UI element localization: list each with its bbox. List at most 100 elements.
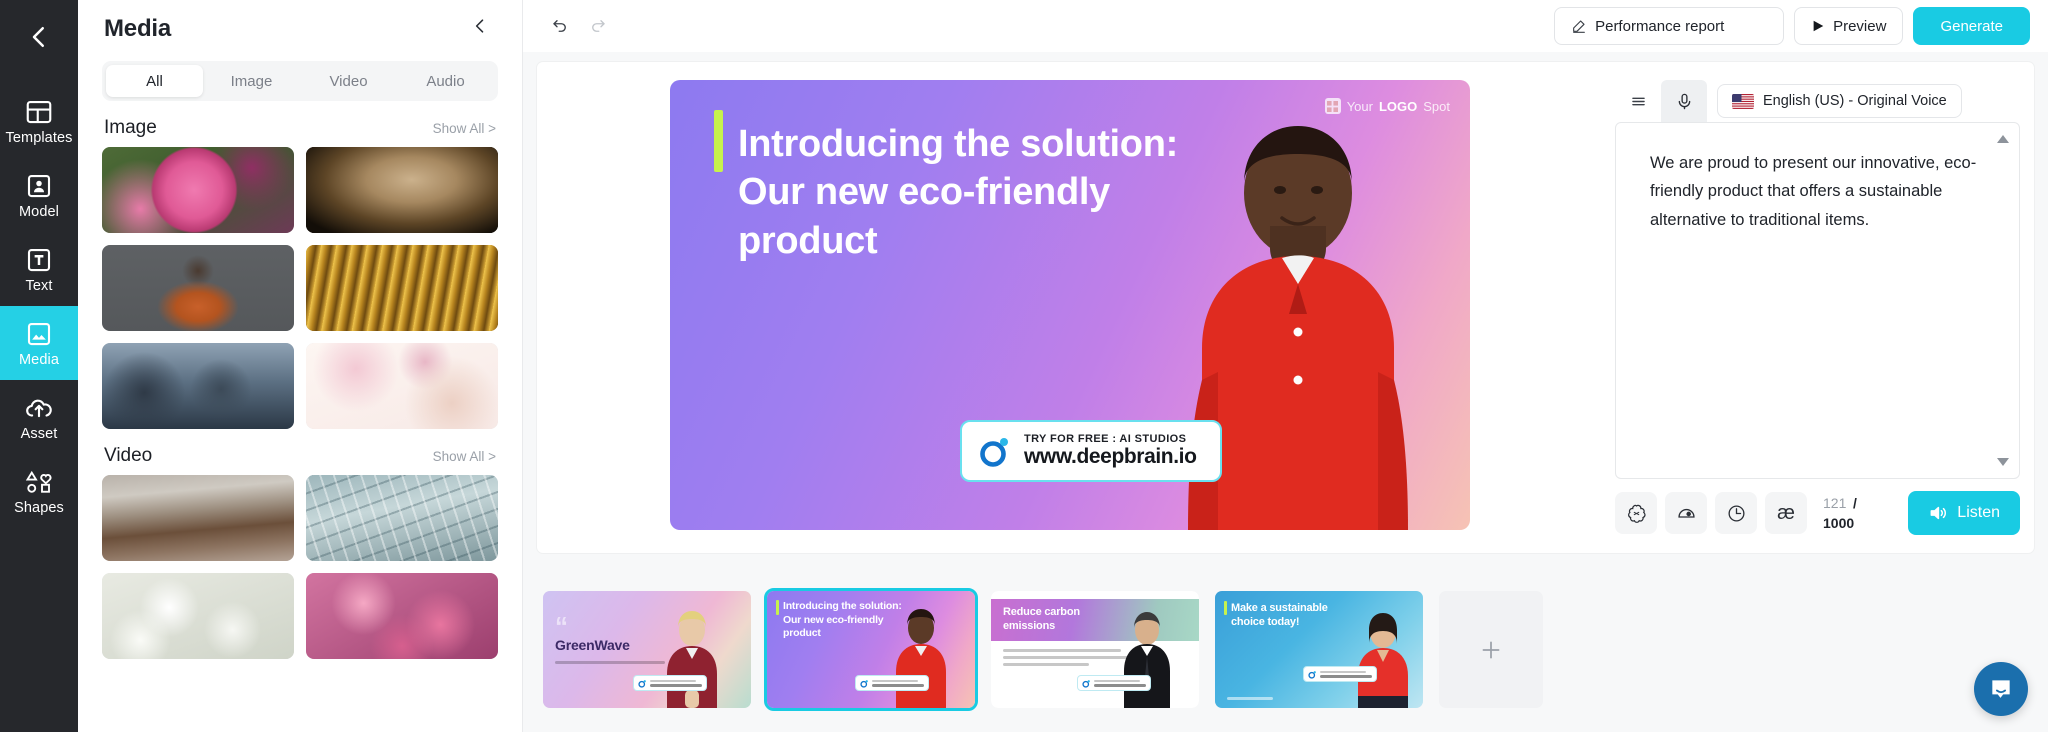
play-triangle-icon xyxy=(1813,20,1824,32)
media-thumbnail-woman-portrait[interactable] xyxy=(102,245,294,331)
chevron-left-icon xyxy=(32,27,44,47)
filmstrip-cta-badge xyxy=(855,675,929,691)
scroll-up-button[interactable] xyxy=(1997,135,2009,143)
ai-sparkle-icon xyxy=(1627,504,1646,523)
filmstrip-slide-title: Make a sustainable choice today! xyxy=(1231,602,1328,629)
speed-button[interactable] xyxy=(1665,492,1707,534)
redo-button[interactable] xyxy=(585,13,611,39)
media-thumbnail-cherry-blossoms[interactable] xyxy=(306,573,498,659)
filmstrip-avatar xyxy=(1124,612,1170,708)
media-thumbnail-pink-peony[interactable] xyxy=(102,147,294,233)
microphone-icon xyxy=(1678,93,1690,109)
sidebar-item-templates[interactable]: Templates xyxy=(0,84,78,158)
undo-arrow-icon xyxy=(553,20,566,32)
cta-url-label: www.deepbrain.io xyxy=(1024,445,1197,468)
sidebar-item-media[interactable]: Media xyxy=(0,306,78,380)
filmstrip-slide-4[interactable]: Make a sustainable choice today! xyxy=(1215,591,1423,708)
pronunciation-button[interactable]: æ xyxy=(1765,492,1807,534)
media-thumbnail-office-team[interactable] xyxy=(102,343,294,429)
script-toolbar: æ 121 / 1000 Listen xyxy=(1615,479,2020,535)
sidebar-item-shapes[interactable]: Shapes xyxy=(0,454,78,528)
speed-gauge-icon xyxy=(1677,508,1695,518)
listen-label: Listen xyxy=(1957,504,2000,521)
redo-arrow-icon xyxy=(592,20,605,32)
script-text: We are proud to present our innovative, … xyxy=(1650,154,1977,229)
listen-button[interactable]: Listen xyxy=(1908,491,2020,535)
quote-mark-icon: “ xyxy=(555,611,568,641)
cta-banner[interactable]: TRY FOR FREE : AI STUDIOS www.deepbrain.… xyxy=(960,420,1222,482)
script-voice-tab[interactable] xyxy=(1661,80,1707,122)
asset-upload-cloud-icon xyxy=(26,399,52,417)
filmstrip-cta-badge xyxy=(1077,675,1151,691)
media-thumbnail-airport-terminal[interactable] xyxy=(306,475,498,561)
tab-image[interactable]: Image xyxy=(203,65,300,97)
media-panel: Media All Image Video Audio Image Show A… xyxy=(78,0,523,732)
speaker-volume-icon xyxy=(1930,506,1947,520)
add-slide-button[interactable] xyxy=(1439,591,1543,708)
deepbrain-logo-icon xyxy=(860,679,868,688)
cta-small-label: TRY FOR FREE : AI STUDIOS xyxy=(1024,433,1187,445)
media-panel-header: Media xyxy=(78,0,522,53)
media-thumbnail-golden-wheat[interactable] xyxy=(306,245,498,331)
undo-button[interactable] xyxy=(547,13,573,39)
section-title: Video xyxy=(104,445,153,466)
show-all-images-link[interactable]: Show All > xyxy=(433,121,496,136)
preview-label: Preview xyxy=(1833,17,1887,35)
left-rail: Templates Model Text Media Asset Shapes xyxy=(0,0,78,732)
pause-timing-button[interactable] xyxy=(1715,492,1757,534)
sidebar-item-asset[interactable]: Asset xyxy=(0,380,78,454)
back-button[interactable] xyxy=(0,8,78,66)
sidebar-item-label: Media xyxy=(19,351,59,368)
sidebar-item-text[interactable]: Text xyxy=(0,232,78,306)
top-toolbar: Performance report Preview Generate xyxy=(523,0,2048,52)
show-all-videos-link[interactable]: Show All > xyxy=(433,449,496,464)
slide-filmstrip: GreenWave “ Introducing the solution: Ou… xyxy=(537,553,2034,732)
character-counter: 121 / 1000 xyxy=(1815,493,1887,534)
filmstrip-slide-2[interactable]: Introducing the solution: Our new eco-fr… xyxy=(764,588,978,711)
templates-icon xyxy=(26,100,52,123)
accent-bar xyxy=(1224,601,1227,615)
shapes-icon xyxy=(25,470,52,493)
char-count: 121 xyxy=(1823,494,1847,511)
ai-assist-button[interactable] xyxy=(1615,492,1657,534)
intercom-chat-button[interactable] xyxy=(1974,662,2028,716)
deepbrain-logo-icon xyxy=(1308,670,1316,679)
generate-label: Generate xyxy=(1940,17,2003,35)
accent-bar xyxy=(776,600,779,615)
script-list-tab[interactable] xyxy=(1615,80,1661,122)
sidebar-item-label: Text xyxy=(25,277,53,294)
filmstrip-slide-1[interactable]: GreenWave “ xyxy=(543,591,751,708)
media-type-tabs: All Image Video Audio xyxy=(102,61,498,101)
chevron-left-icon xyxy=(475,19,484,33)
canvas-area: Introducing the solution: Our new eco-fr… xyxy=(537,80,1603,535)
scroll-down-button[interactable] xyxy=(1997,458,2009,466)
clock-pause-icon xyxy=(1727,504,1745,522)
list-lines-icon xyxy=(1631,97,1645,105)
media-thumbnail-dark-texture[interactable] xyxy=(306,147,498,233)
us-flag-icon xyxy=(1732,93,1754,109)
pencil-edit-icon xyxy=(1573,20,1585,33)
plus-icon xyxy=(1482,641,1500,658)
pronunciation-ae-icon: æ xyxy=(1777,502,1795,524)
model-person-icon xyxy=(27,174,51,197)
filmstrip-slide-3[interactable]: Reduce carbon emissions xyxy=(991,591,1199,708)
tab-audio[interactable]: Audio xyxy=(397,65,494,97)
text-t-icon xyxy=(27,248,51,271)
preview-button[interactable]: Preview xyxy=(1794,7,1904,45)
sidebar-item-model[interactable]: Model xyxy=(0,158,78,232)
tab-video[interactable]: Video xyxy=(300,65,397,97)
top-actions: Performance report Preview Generate xyxy=(1554,7,2030,45)
slide-canvas[interactable]: Introducing the solution: Our new eco-fr… xyxy=(670,80,1470,530)
generate-button[interactable]: Generate xyxy=(1913,7,2030,45)
performance-report-button[interactable]: Performance report xyxy=(1554,7,1785,45)
filmstrip-slide-title: Reduce carbon emissions xyxy=(1003,606,1080,633)
media-thumbnail-pastel-floral[interactable] xyxy=(306,343,498,429)
sidebar-item-label: Templates xyxy=(5,129,73,146)
script-textarea[interactable]: We are proud to present our innovative, … xyxy=(1615,122,2020,479)
media-thumbnail-white-blossom[interactable] xyxy=(102,573,294,659)
tab-all[interactable]: All xyxy=(106,65,203,97)
panel-collapse-button[interactable] xyxy=(464,12,496,45)
sidebar-item-label: Shapes xyxy=(14,499,64,516)
language-selector[interactable]: English (US) - Original Voice xyxy=(1717,84,1962,118)
media-thumbnail-ocean-shoreline[interactable] xyxy=(102,475,294,561)
